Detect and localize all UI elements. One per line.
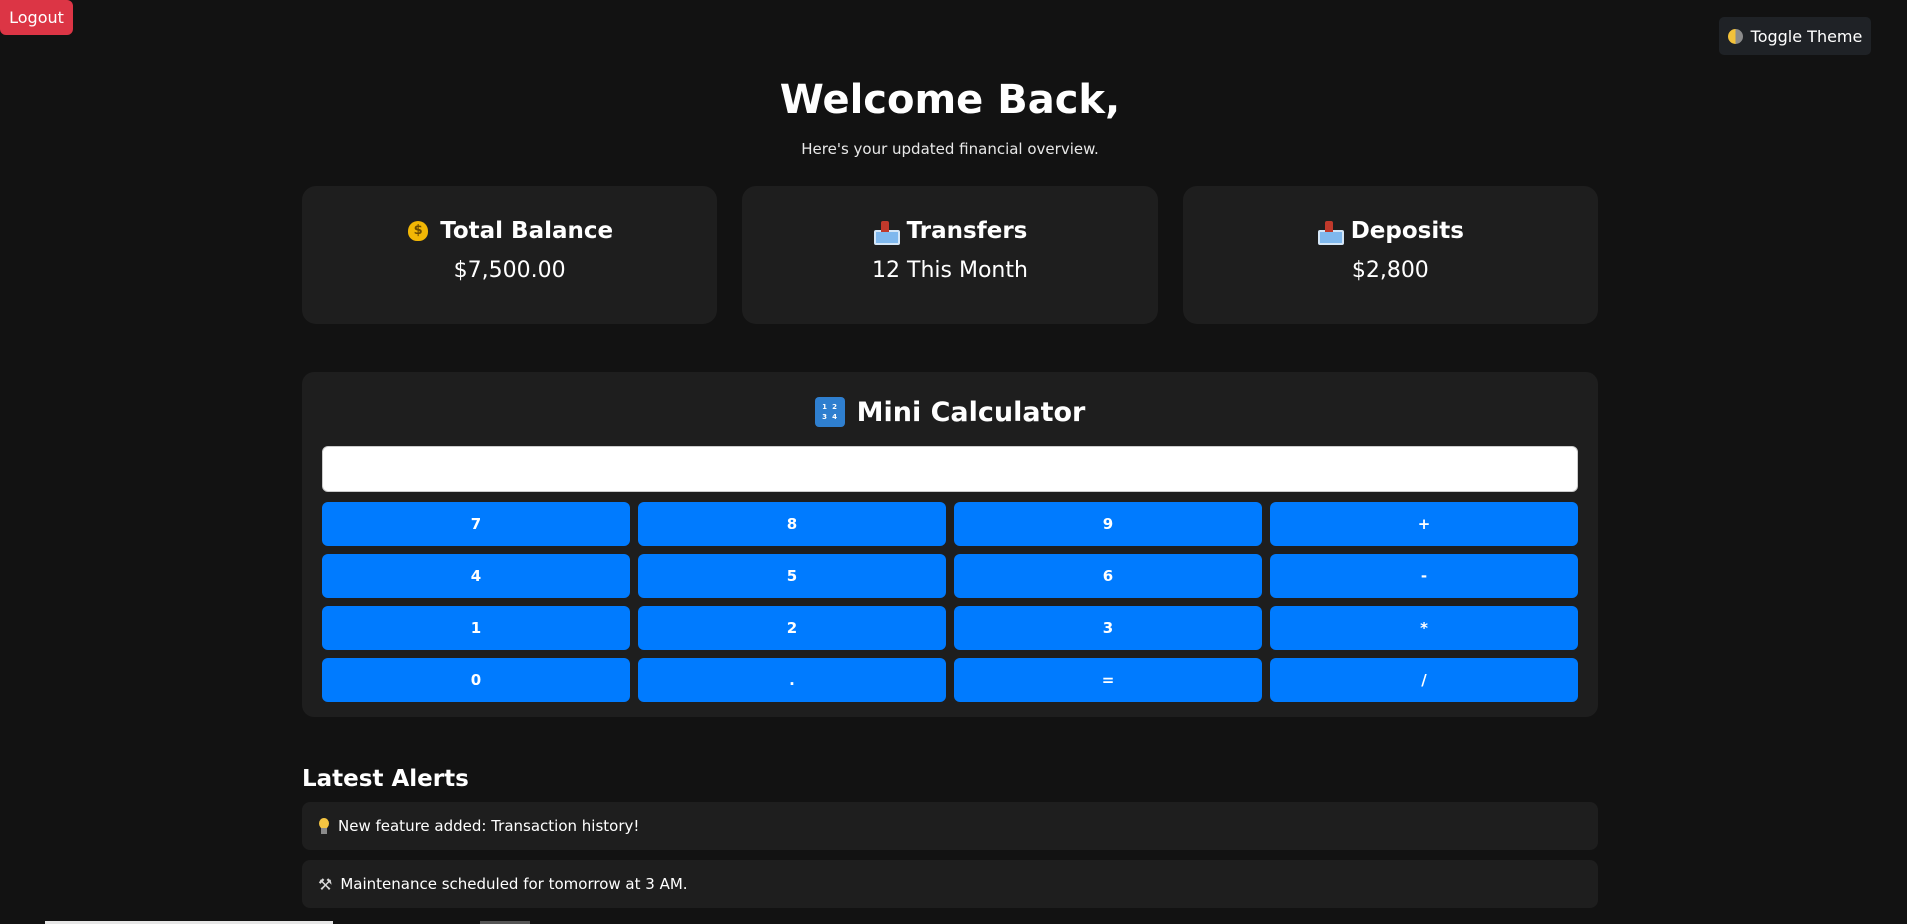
- page-title: Welcome Back,: [779, 77, 1121, 123]
- toggle-theme-button[interactable]: Toggle Theme: [1719, 17, 1871, 55]
- calculator-title: Mini Calculator: [856, 396, 1086, 428]
- calc-button-1[interactable]: 1: [322, 606, 630, 650]
- card-value: $2,800: [1351, 257, 1429, 283]
- alert-text: New feature added: Transaction history!: [338, 817, 640, 835]
- alert-item: ⚒ Maintenance scheduled for tomorrow at …: [302, 860, 1598, 908]
- logout-button[interactable]: Logout: [0, 0, 73, 35]
- calc-button-4[interactable]: 4: [322, 554, 630, 598]
- calc-button-0[interactable]: 0: [322, 658, 630, 702]
- card-value: $7,500.00: [453, 257, 566, 283]
- card-title: Total Balance: [440, 217, 614, 244]
- input-numbers-icon: 1234: [814, 397, 845, 427]
- half-moon-icon: [1727, 28, 1743, 44]
- calc-button-divide[interactable]: /: [1270, 658, 1578, 702]
- outbox-tray-icon: [873, 219, 900, 245]
- calculator-keypad: 7 8 9 + 4 5 6 - 1 2 3 * 0 . = /: [322, 502, 1578, 702]
- calc-button-8[interactable]: 8: [638, 502, 946, 546]
- calc-button-equals[interactable]: =: [954, 658, 1262, 702]
- calc-button-2[interactable]: 2: [638, 606, 946, 650]
- calc-button-minus[interactable]: -: [1270, 554, 1578, 598]
- money-bag-icon: [406, 219, 430, 243]
- alert-text: Maintenance scheduled for tomorrow at 3 …: [340, 875, 688, 893]
- dashboard-page: Logout Toggle Theme Welcome Back, Here's…: [0, 0, 1907, 924]
- calculator-title-row: 1234 Mini Calculator: [322, 372, 1578, 446]
- calc-button-decimal[interactable]: .: [638, 658, 946, 702]
- card-total-balance: Total Balance $7,500.00: [302, 186, 718, 324]
- toggle-theme-label: Toggle Theme: [1750, 26, 1863, 46]
- card-transfers: Transfers 12 This Month: [742, 186, 1158, 324]
- calc-button-plus[interactable]: +: [1270, 502, 1578, 546]
- alert-item: New feature added: Transaction history!: [302, 802, 1598, 850]
- calculator-display[interactable]: [322, 446, 1578, 492]
- card-title-row: Deposits: [1317, 217, 1464, 245]
- calc-button-3[interactable]: 3: [954, 606, 1262, 650]
- summary-cards: Total Balance $7,500.00 Transfers 12 Thi…: [302, 186, 1598, 324]
- inbox-tray-icon: [1317, 219, 1344, 245]
- card-title-row: Total Balance: [406, 218, 613, 244]
- card-title: Transfers: [906, 217, 1028, 244]
- welcome-header: Welcome Back, Here's your updated financ…: [0, 70, 1900, 158]
- card-value: 12 This Month: [872, 257, 1028, 283]
- card-title-row: Transfers: [873, 217, 1028, 245]
- light-bulb-icon: [318, 817, 330, 835]
- calc-button-multiply[interactable]: *: [1270, 606, 1578, 650]
- hammer-wrench-icon: ⚒: [318, 874, 333, 894]
- card-title: Deposits: [1350, 217, 1464, 244]
- calc-button-7[interactable]: 7: [322, 502, 630, 546]
- calc-button-6[interactable]: 6: [954, 554, 1262, 598]
- calc-button-5[interactable]: 5: [638, 554, 946, 598]
- mini-calculator: 1234 Mini Calculator 7 8 9 + 4 5 6 - 1 2…: [302, 372, 1598, 717]
- page-subtitle: Here's your updated financial overview.: [801, 140, 1099, 158]
- card-deposits: Deposits $2,800: [1182, 186, 1598, 324]
- alerts-heading: Latest Alerts: [302, 766, 469, 792]
- calc-button-9[interactable]: 9: [954, 502, 1262, 546]
